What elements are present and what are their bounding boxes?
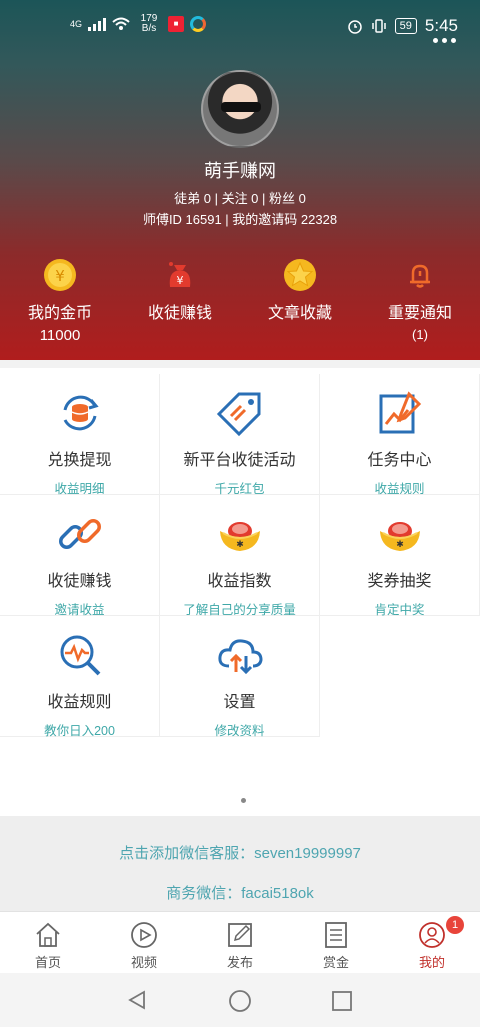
grid-label: 新平台收徒活动 (183, 452, 296, 469)
tab-publish[interactable]: 发布 (192, 912, 288, 973)
battery-icon: 59 (394, 18, 417, 34)
news-app-icon: ■ (168, 16, 185, 32)
business-wechat[interactable]: 商务微信：facai518ok (0, 882, 480, 903)
gold-ingot-icon: ✱ (215, 509, 265, 559)
grid-sublink[interactable]: 肯定中奖 (320, 599, 479, 618)
cloud-sync-icon (215, 630, 265, 680)
svg-text:✱: ✱ (396, 540, 404, 550)
tab-mine[interactable]: 我的 1 (384, 912, 480, 973)
quick-label: 我的金币 (27, 305, 92, 322)
grid-item-settings[interactable]: 设置 修改资料 (160, 616, 320, 739)
avatar[interactable] (201, 70, 279, 148)
alarm-icon (347, 20, 362, 34)
quick-recruit[interactable]: ¥ 收徒赚钱 (120, 255, 240, 355)
grid-label: 奖券抽奖 (367, 573, 432, 590)
quick-label: 重要通知 (387, 305, 452, 322)
link-icon (55, 509, 105, 559)
follow-stats: 徒弟 0 | 关注 0 | 粉丝 0 (174, 191, 306, 206)
more-options-icon[interactable] (433, 38, 456, 43)
status-bar: 4G 179 B/s ■ 59 5:45 (0, 0, 480, 44)
recents-icon[interactable] (331, 990, 353, 1012)
grid-label: 收益规则 (47, 694, 112, 711)
back-icon[interactable] (126, 989, 148, 1011)
exchange-coins-icon (55, 388, 105, 438)
grid-label: 任务中心 (367, 452, 432, 469)
grid-label: 收徒赚钱 (47, 573, 112, 590)
bell-icon (402, 257, 438, 293)
grid-item-earnings-index[interactable]: ✱ 收益指数 了解自己的分享质量 (160, 495, 320, 617)
quick-label: 文章收藏 (267, 305, 332, 322)
grid-sublink[interactable]: 教你日入200 (0, 720, 159, 739)
notice-count: (1) (412, 327, 428, 342)
bottom-tab-bar: 首页 视频 发布 赏金 我的 1 (0, 911, 480, 973)
network-speed: 179 B/s (140, 13, 158, 34)
svg-text:✱: ✱ (236, 540, 244, 550)
clock: 5:45 (424, 16, 458, 35)
signal-icon (88, 17, 107, 31)
pulse-search-icon (55, 630, 105, 680)
tag-icon (215, 388, 265, 438)
tab-bounty[interactable]: 赏金 (288, 912, 384, 973)
quick-my-coins[interactable]: ¥ 我的金币 11000 (0, 255, 120, 355)
grid-item-recruit[interactable]: 收徒赚钱 邀请收益 (0, 495, 160, 617)
grid-sublink[interactable]: 修改资料 (160, 720, 319, 739)
master-invite-ids: 师傅ID 16591 | 我的邀请码 22328 (142, 212, 338, 227)
coin-balance: 11000 (39, 327, 81, 344)
tab-label: 发布 (226, 955, 253, 970)
grid-label: 兑换提现 (47, 452, 112, 469)
grid-item-earnings-rules[interactable]: 收益规则 教你日入200 (0, 616, 160, 739)
home-icon (33, 920, 63, 950)
vibrate-icon (371, 19, 386, 33)
grid-item-lottery[interactable]: ✱ 奖券抽奖 肯定中奖 (320, 495, 480, 618)
gold-ingot-icon: ✱ (375, 509, 425, 559)
grid-item-withdraw[interactable]: 兑换提现 收益明细 (0, 374, 160, 496)
user-icon (417, 920, 447, 950)
tab-video[interactable]: 视频 (96, 912, 192, 973)
list-icon (321, 920, 351, 950)
grid-label: 设置 (223, 694, 256, 711)
system-nav-bar (0, 973, 480, 1027)
quick-label: 收徒赚钱 (147, 305, 212, 322)
svg-text:¥: ¥ (177, 274, 184, 287)
grid-item-task-center[interactable]: 任务中心 收益规则 (320, 374, 480, 496)
quick-favorites[interactable]: 文章收藏 (240, 255, 360, 355)
wechat-service-link[interactable]: 点击添加微信客服：seven19999997 (0, 842, 480, 863)
page-indicator (241, 798, 246, 803)
edit-icon (225, 920, 255, 950)
network-label: 4G (70, 19, 83, 29)
tab-label: 赏金 (322, 955, 349, 970)
money-bag-icon: ¥ (162, 257, 198, 293)
tab-home[interactable]: 首页 (0, 912, 96, 973)
tab-label: 我的 (418, 955, 445, 970)
grid-label: 收益指数 (207, 573, 272, 590)
task-chart-icon (375, 388, 425, 438)
nickname: 萌手赚网 (204, 161, 276, 181)
home-nav-icon[interactable] (228, 989, 252, 1013)
quick-notices[interactable]: 重要通知 (1) (360, 255, 480, 355)
star-badge-icon (282, 257, 318, 293)
notification-badge: 1 (446, 916, 464, 934)
quick-actions: ¥ 我的金币 11000 ¥ 收徒赚钱 文章收藏 重要通知 (1) (0, 255, 480, 355)
feature-grid: 兑换提现 收益明细 新平台收徒活动 千元红包 任务中心 收益规则 收徒赚钱 邀请… (0, 368, 480, 816)
contact-section: 点击添加微信客服：seven19999997 商务微信：facai518ok (0, 816, 480, 912)
wifi-icon (112, 17, 130, 30)
gold-coin-icon: ¥ (42, 257, 78, 293)
tab-label: 首页 (34, 955, 61, 970)
tab-label: 视频 (130, 955, 157, 970)
play-icon (129, 920, 159, 950)
svg-text:¥: ¥ (55, 267, 65, 285)
grid-item-new-platform[interactable]: 新平台收徒活动 千元红包 (160, 374, 320, 496)
app-notification-icon (190, 16, 207, 32)
